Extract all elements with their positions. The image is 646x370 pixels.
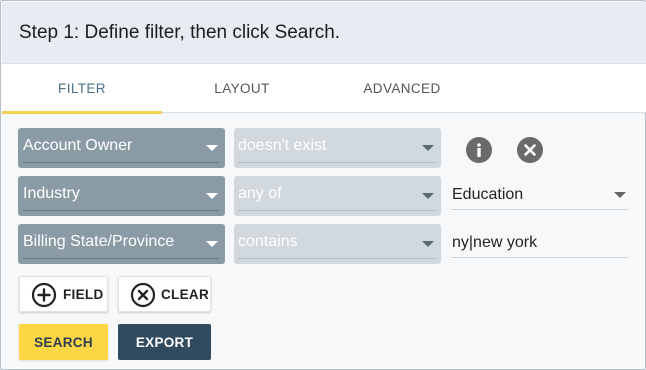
chevron-down-icon [422, 241, 434, 247]
chevron-down-icon [206, 241, 218, 247]
close-icon[interactable] [517, 137, 543, 163]
field-select-label: Industry [23, 185, 80, 202]
select-underline [238, 162, 435, 163]
billing-state-value-input[interactable] [451, 224, 628, 258]
operator-select-label: contains [238, 233, 298, 250]
filter-panel: Step 1: Define filter, then click Search… [0, 0, 646, 370]
operator-select-billing-state[interactable]: contains [234, 224, 441, 264]
select-underline [23, 210, 219, 211]
operator-select-label: doesn't exist [238, 137, 327, 154]
operator-select-label: any of [238, 185, 282, 202]
select-underline [23, 258, 219, 259]
search-button[interactable]: SEARCH [19, 324, 108, 360]
add-field-label: FIELD [63, 287, 104, 302]
tab-advanced[interactable]: ADVANCED [322, 64, 482, 113]
field-select-account-owner[interactable]: Account Owner [18, 128, 225, 168]
tab-layout[interactable]: LAYOUT [162, 64, 322, 113]
clear-label: CLEAR [161, 287, 209, 302]
chevron-down-icon [614, 192, 626, 198]
value-select-label: Education [452, 186, 524, 203]
step-title: Step 1: Define filter, then click Search… [19, 22, 341, 43]
field-select-industry[interactable]: Industry [18, 176, 225, 216]
chevron-down-icon [422, 145, 434, 151]
select-underline [238, 258, 435, 259]
select-underline [23, 162, 219, 163]
export-button[interactable]: EXPORT [118, 324, 211, 360]
plus-circle-icon [31, 282, 57, 311]
info-icon[interactable] [466, 137, 492, 163]
tab-bar: FILTER LAYOUT ADVANCED [2, 64, 646, 114]
operator-select-industry[interactable]: any of [234, 176, 441, 216]
industry-value-select[interactable]: Education [451, 176, 628, 210]
chevron-down-icon [206, 145, 218, 151]
select-underline [238, 210, 435, 211]
field-select-billing-state[interactable]: Billing State/Province [18, 224, 225, 264]
chevron-down-icon [206, 193, 218, 199]
field-select-label: Billing State/Province [23, 233, 175, 250]
add-field-button[interactable]: FIELD [19, 276, 108, 312]
tab-filter[interactable]: FILTER [2, 64, 162, 114]
close-circle-icon [130, 282, 156, 311]
chevron-down-icon [422, 193, 434, 199]
step-header: Step 1: Define filter, then click Search… [2, 2, 646, 64]
operator-select-account-owner[interactable]: doesn't exist [234, 128, 441, 168]
field-select-label: Account Owner [23, 137, 133, 154]
clear-button[interactable]: CLEAR [118, 276, 211, 312]
